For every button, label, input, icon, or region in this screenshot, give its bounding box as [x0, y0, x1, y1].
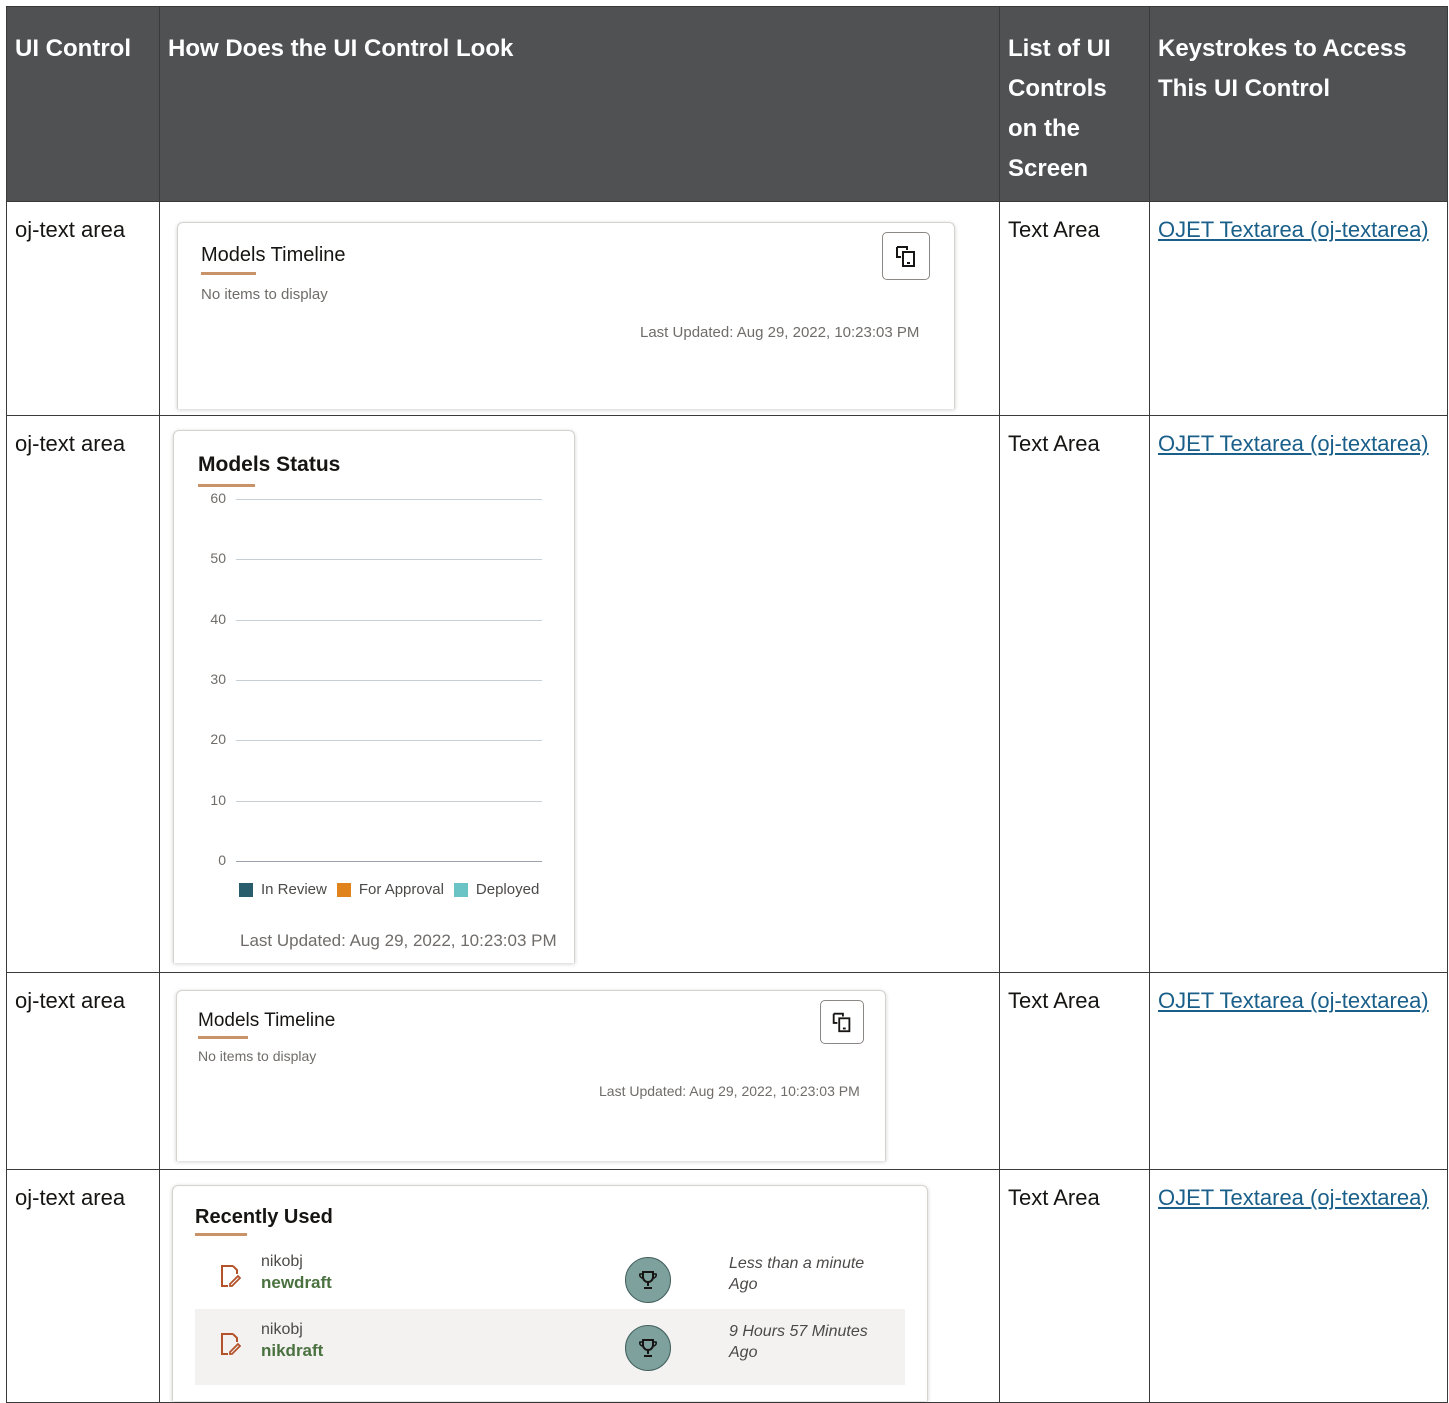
table-row: oj-text area Models Timeline No items to…	[6, 972, 1448, 1170]
list-cell: Text Area	[999, 201, 1150, 416]
title-underline	[201, 272, 256, 275]
y-tick-label: 0	[218, 852, 226, 868]
models-status-card: Models Status 60 50 40 30 20 10 0 In Review Fo…	[173, 430, 575, 963]
header-row: UI Control How Does the UI Control Look …	[6, 6, 1448, 202]
ojet-textarea-link[interactable]: OJET Textarea (oj-textarea)	[1158, 988, 1429, 1013]
table-row: oj-text area Recently Used nikobj newdra…	[6, 1169, 1448, 1403]
y-gridline	[236, 801, 542, 802]
empty-message: No items to display	[201, 286, 328, 303]
ui-control-cell: oj-text area	[6, 972, 160, 1170]
item-user: nikobj	[261, 1253, 303, 1270]
recently-used-card: Recently Used nikobj newdraft Less than …	[172, 1185, 928, 1401]
switch-view-button[interactable]	[820, 1000, 864, 1044]
list-cell: Text Area	[999, 972, 1150, 1170]
keystrokes-cell: OJET Textarea (oj-textarea)	[1149, 972, 1448, 1170]
keystrokes-cell: OJET Textarea (oj-textarea)	[1149, 1169, 1448, 1403]
legend-swatch-for-approval	[336, 882, 351, 897]
legend-in-review: In Review	[261, 881, 327, 898]
list-cell: Text Area	[999, 415, 1150, 973]
y-tick-label: 10	[210, 791, 226, 808]
switch-view-icon	[896, 246, 915, 267]
y-tick-label: 40	[210, 610, 226, 627]
look-cell: Models Status 60 50 40 30 20 10 0 In Review Fo…	[159, 415, 1000, 973]
y-gridline	[236, 740, 542, 741]
item-name[interactable]: newdraft	[261, 1273, 332, 1293]
trophy-icon	[625, 1257, 671, 1303]
card-title: Models Timeline	[198, 1010, 336, 1031]
edit-document-icon	[219, 1263, 242, 1294]
ui-control-cell: oj-text area	[6, 201, 160, 416]
legend-swatch-in-review	[239, 882, 253, 897]
ojet-textarea-link[interactable]: OJET Textarea (oj-textarea)	[1158, 217, 1429, 242]
ojet-textarea-link[interactable]: OJET Textarea (oj-textarea)	[1158, 1185, 1429, 1210]
switch-view-icon	[832, 1012, 851, 1033]
y-tick-label: 20	[210, 731, 226, 748]
header-list: List of UI Controls on the Screen	[999, 6, 1150, 202]
table-row: oj-text area Models Status 60 50 40 30 20 10 0…	[6, 415, 1448, 973]
ui-control-cell: oj-text area	[6, 415, 160, 973]
title-underline	[198, 1036, 248, 1039]
models-timeline-card: Models Timeline No items to display Last…	[176, 990, 886, 1161]
empty-message: No items to display	[198, 1048, 317, 1064]
ui-controls-table: UI Control How Does the UI Control Look …	[6, 6, 1448, 1403]
table-row: oj-text area Models Timeline No items to…	[6, 201, 1448, 416]
header-ui-control: UI Control	[6, 6, 160, 202]
y-tick-label: 30	[210, 671, 226, 687]
keystrokes-cell: OJET Textarea (oj-textarea)	[1149, 415, 1448, 973]
item-time: 9 Hours 57 Minutes Ago	[729, 1323, 868, 1361]
last-updated: Last Updated: Aug 29, 2022, 10:23:03 PM	[240, 931, 557, 950]
header-keystrokes: Keystrokes to Access This UI Control	[1149, 6, 1448, 202]
header-look: How Does the UI Control Look	[159, 6, 1000, 202]
edit-document-icon	[219, 1331, 242, 1362]
item-name[interactable]: nikdraft	[261, 1341, 323, 1361]
list-item[interactable]: nikobj nikdraft 9 Hours 57 Minutes Ago	[195, 1309, 905, 1385]
look-cell: Models Timeline No items to display Last…	[159, 201, 1000, 416]
look-cell: Recently Used nikobj newdraft Less than …	[159, 1169, 1000, 1403]
y-tick-label: 60	[210, 490, 226, 506]
card-title: Recently Used	[195, 1206, 333, 1228]
look-cell: Models Timeline No items to display Last…	[159, 972, 1000, 1170]
last-updated: Last Updated: Aug 29, 2022, 10:23:03 PM	[640, 324, 920, 341]
y-gridline	[236, 680, 542, 681]
last-updated: Last Updated: Aug 29, 2022, 10:23:03 PM	[599, 1083, 860, 1099]
item-user: nikobj	[261, 1321, 303, 1338]
legend-swatch-deployed	[453, 882, 468, 897]
title-underline	[195, 1233, 247, 1236]
trophy-icon	[625, 1325, 671, 1371]
switch-view-button[interactable]	[882, 232, 930, 280]
chart-legend: In Review For Approval Deployed	[229, 881, 539, 898]
models-timeline-card: Models Timeline No items to display Last…	[177, 222, 955, 409]
y-gridline	[236, 620, 542, 621]
ui-control-cell: oj-text area	[6, 1169, 160, 1403]
keystrokes-cell: OJET Textarea (oj-textarea)	[1149, 201, 1448, 416]
y-gridline	[236, 499, 542, 500]
list-item[interactable]: nikobj newdraft Less than a minute Ago	[195, 1241, 905, 1317]
card-title: Models Timeline	[201, 244, 346, 266]
list-cell: Text Area	[999, 1169, 1150, 1403]
y-gridline	[236, 861, 542, 862]
y-gridline	[236, 559, 542, 560]
item-time: Less than a minute Ago	[729, 1255, 865, 1293]
ojet-textarea-link[interactable]: OJET Textarea (oj-textarea)	[1158, 431, 1429, 456]
y-tick-label: 50	[210, 550, 226, 567]
legend-for-approval: For Approval	[358, 881, 444, 898]
legend-deployed: Deployed	[475, 881, 540, 898]
